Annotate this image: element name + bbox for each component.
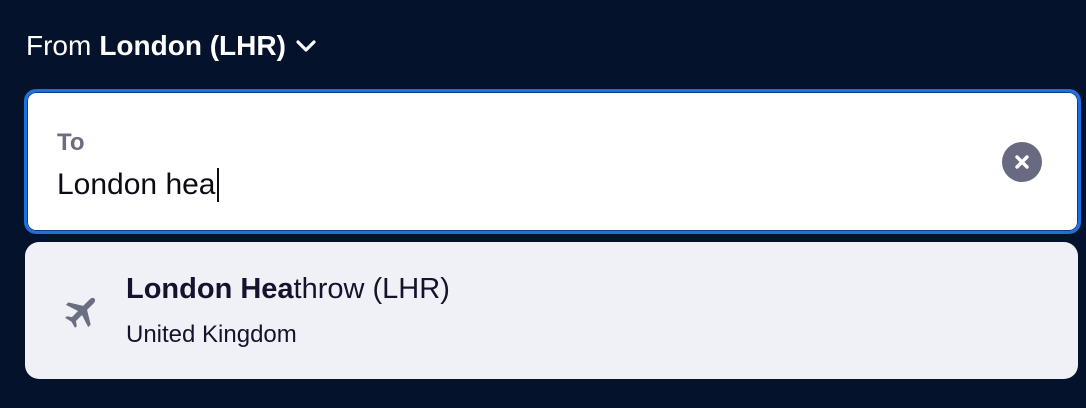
close-icon (1015, 155, 1029, 169)
suggestion-title: London Heathrow (LHR) (126, 273, 450, 306)
to-field[interactable]: To London hea (24, 89, 1081, 234)
to-input[interactable]: London hea (57, 165, 219, 205)
from-selector[interactable]: From London (LHR) (26, 28, 318, 64)
clear-button[interactable] (1002, 142, 1042, 182)
suggestion-item[interactable]: London Heathrow (LHR) United Kingdom (25, 242, 1078, 379)
suggestion-subtitle: United Kingdom (126, 321, 297, 348)
plane-icon (61, 290, 103, 332)
to-label: To (57, 129, 85, 156)
to-input-value: London hea (57, 168, 216, 201)
text-caret (216, 168, 219, 202)
from-value: London (LHR) (99, 30, 286, 61)
suggestion-title-match: London Hea (126, 273, 294, 305)
suggestion-title-rest: throw (LHR) (293, 273, 450, 305)
chevron-down-icon[interactable] (294, 34, 318, 58)
from-prefix: From (26, 30, 92, 61)
